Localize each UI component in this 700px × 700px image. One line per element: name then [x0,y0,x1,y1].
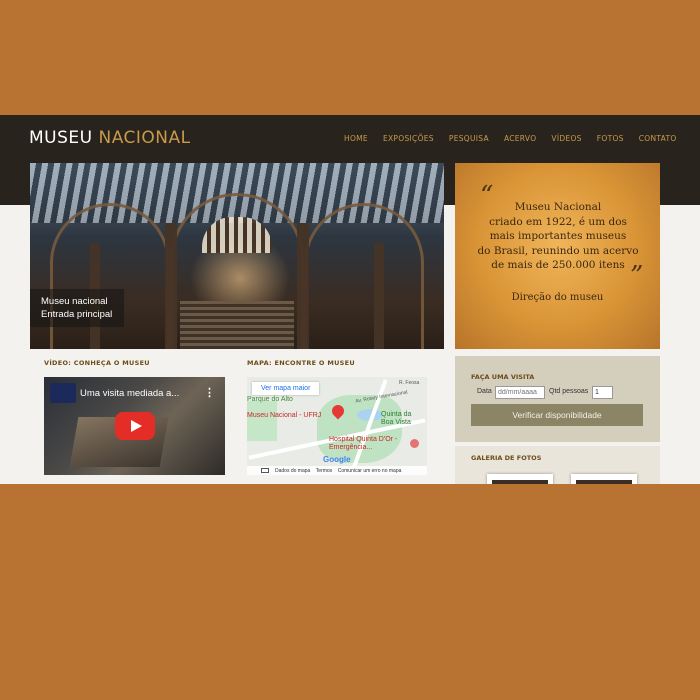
video-section-title: VÍDEO: CONHEÇA O MUSEU [44,359,150,367]
logo-main-text: MUSEU [29,128,93,148]
map-label-museu: Museu Nacional - UFRJ [247,412,322,419]
nav-item-videos[interactable]: VÍDEOS [551,134,581,143]
nav-item-fotos[interactable]: FOTOS [597,134,624,143]
quote-text: Museu Nacional criado em 1922, é um dos … [465,200,651,273]
hero-pillar [374,243,384,349]
hero-image: Museu nacional Entrada principal [30,163,444,349]
map-footer-report[interactable]: Comunicar um erro no mapa [338,468,402,474]
gallery-thumbnail-image [492,480,548,484]
map-footer-terms[interactable]: Termos [316,468,332,474]
main-nav: HOME EXPOSIÇÕES PESQUISA ACERVO VÍDEOS F… [344,134,692,143]
visit-title: FAÇA UMA VISITA [471,373,535,381]
nav-item-contato[interactable]: CONTATO [639,134,677,143]
gallery-title: GALERIA DE FOTOS [471,454,542,462]
hero-arch-left [50,203,170,349]
more-options-icon[interactable]: ⋮ [204,386,215,399]
hero-arch-right [304,203,424,349]
keyboard-icon[interactable] [261,468,269,473]
nav-item-pesquisa[interactable]: PESQUISA [449,134,489,143]
gallery-thumbnail[interactable] [487,474,553,484]
map-park-area [247,401,277,441]
embedded-map[interactable]: Ver mapa maior Parque do Alto R. Feosa A… [247,377,427,475]
nav-item-acervo[interactable]: ACERVO [504,134,536,143]
map-section-title: MAPA: ENCONTRE O MUSEU [247,359,355,367]
play-button-icon[interactable] [115,412,155,440]
map-label-quinta: Quinta da Boa Vista [381,411,412,426]
hero-pillar [297,223,309,349]
hero-caption: Museu nacional Entrada principal [30,289,125,327]
logo-accent-text: NACIONAL [98,128,191,148]
video-title[interactable]: Uma visita mediada a... [80,388,179,399]
quote-author: Direção do museu [511,292,604,303]
google-logo: Google [323,455,351,464]
map-label-road: R. Feosa [399,380,420,386]
quote-line: Museu Nacional [514,201,602,213]
hero-pillar [165,223,177,349]
museum-website: MUSEU NACIONAL HOME EXPOSIÇÕES PESQUISA … [0,115,700,484]
date-field[interactable] [495,386,545,399]
video-player[interactable]: Uma visita mediada a... ⋮ [44,377,225,475]
quote-close-mark: ” [630,261,644,291]
map-footer-data[interactable]: Dados do mapa [275,468,310,474]
gallery-thumbnail[interactable] [571,474,637,484]
nav-item-home[interactable]: HOME [344,134,368,143]
nav-item-exposicoes[interactable]: EXPOSIÇÕES [383,134,434,143]
quote-line: de mais de 250.000 itens [491,259,625,271]
map-label-hospital: Hospital Quinta D'Or - Emergência... [329,436,398,451]
date-label: Data [477,388,492,395]
photo-gallery: GALERIA DE FOTOS [455,446,660,484]
map-label-parque: Parque do Alto [247,396,293,403]
visit-panel: FAÇA UMA VISITA Data Qtd pessoas Verific… [455,356,660,442]
hero-stairs [180,301,294,349]
people-label: Qtd pessoas [549,388,589,395]
hero-caption-line2: Entrada principal [41,309,113,320]
hospital-icon[interactable] [410,439,419,448]
people-quantity-field[interactable] [592,386,613,399]
quote-line: mais importantes museus [489,230,627,242]
channel-logo-icon[interactable] [50,383,76,403]
google-logo-text: Google [323,455,351,464]
hero-caption-line1: Museu nacional [41,296,108,307]
quote-panel: “ Museu Nacional criado em 1922, é um do… [455,163,660,349]
map-footer: Dados do mapa Termos Comunicar um erro n… [247,466,427,475]
site-logo[interactable]: MUSEU NACIONAL [29,128,191,148]
gallery-thumbnail-image [576,480,632,484]
quote-line: criado em 1922, é um dos [489,215,627,228]
check-availability-button[interactable]: Verificar disponibilidade [471,404,643,426]
quote-line: do Brasil, reunindo um acervo [477,244,639,257]
view-larger-map-button[interactable]: Ver mapa maior [252,382,320,395]
